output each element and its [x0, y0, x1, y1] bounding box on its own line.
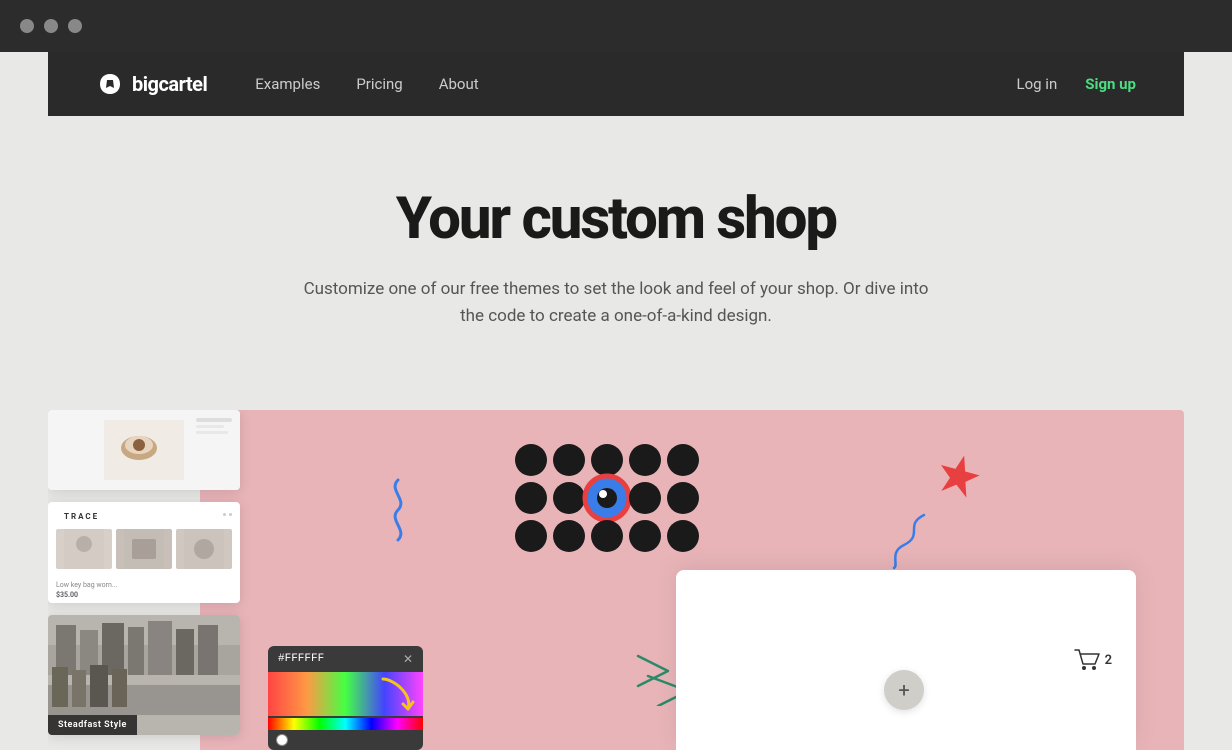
preview-card-1	[48, 410, 240, 490]
cart-icon-area: 2	[1073, 646, 1112, 674]
preview-card-top-1	[48, 410, 240, 490]
doodle-star-red	[934, 450, 984, 504]
navbar-actions: Log in Sign up	[1017, 75, 1136, 93]
product-image-1	[104, 420, 184, 480]
browser-chrome	[0, 0, 1232, 52]
add-button[interactable]: +	[884, 670, 924, 710]
nav-about[interactable]: About	[439, 75, 479, 93]
signup-link[interactable]: Sign up	[1085, 75, 1136, 93]
logo[interactable]: bigcartel	[96, 70, 207, 98]
browser-dot-red	[20, 19, 34, 33]
browser-dot-yellow	[44, 19, 58, 33]
preview-card-2: TRACE	[48, 502, 240, 603]
color-hex-value: #FFFFFF	[278, 653, 324, 665]
color-input-area	[268, 730, 423, 750]
product-card-overlay: 2	[676, 570, 1136, 750]
add-icon: +	[898, 678, 909, 702]
steadfast-label: Steadfast Style	[48, 715, 137, 735]
browser-frame: bigcartel Examples Pricing About Log in …	[0, 52, 1232, 750]
logo-icon	[96, 70, 124, 98]
product-list	[48, 521, 240, 577]
preview-sidebar: TRACE	[48, 410, 240, 735]
login-link[interactable]: Log in	[1017, 75, 1058, 93]
store-name-label: TRACE	[56, 508, 107, 521]
main-nav: Examples Pricing About	[255, 75, 1016, 93]
center-artwork	[511, 440, 721, 570]
navbar: bigcartel Examples Pricing About Log in …	[48, 52, 1184, 116]
hero-section: Your custom shop Customize one of our fr…	[0, 116, 1232, 378]
pattern-svg	[511, 440, 721, 570]
cart-count: 2	[1105, 653, 1112, 668]
doodle-squiggle-blue	[368, 470, 438, 554]
yellow-arrow	[378, 674, 418, 720]
browser-dot-green	[68, 19, 82, 33]
shelf-preview: Steadfast Style	[48, 615, 240, 735]
doodle-squiggle-blue2	[884, 510, 934, 574]
hero-title: Your custom shop	[48, 188, 1184, 252]
content-area: TRACE	[48, 410, 1184, 750]
preview-card-3: Steadfast Style	[48, 615, 240, 735]
color-picker-close[interactable]: ✕	[403, 652, 413, 666]
hero-subtitle: Customize one of our free themes to set …	[296, 276, 936, 330]
color-picker-header: #FFFFFF ✕	[268, 646, 423, 672]
nav-examples[interactable]: Examples	[255, 75, 320, 93]
nav-pricing[interactable]: Pricing	[356, 75, 402, 93]
logo-text: bigcartel	[132, 72, 207, 96]
cart-icon	[1073, 646, 1101, 674]
